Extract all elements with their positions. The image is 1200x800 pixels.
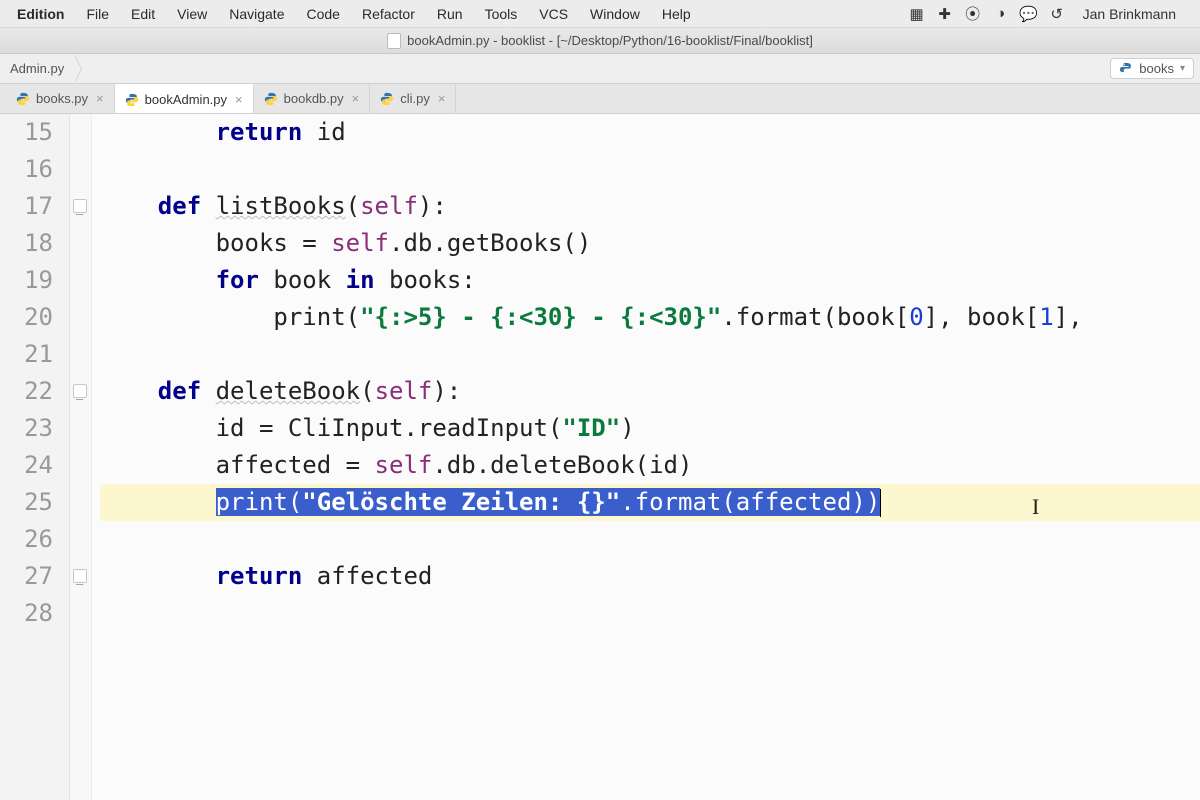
line-number: 27 xyxy=(0,558,53,595)
code-line[interactable]: books = self.db.getBooks() xyxy=(100,225,1200,262)
window-titlebar: bookAdmin.py - booklist - [~/Desktop/Pyt… xyxy=(0,28,1200,54)
line-number-gutter: 1516171819202122232425262728 xyxy=(0,114,70,800)
text-caret xyxy=(880,489,881,517)
menu-file[interactable]: File xyxy=(75,6,120,22)
menu-window[interactable]: Window xyxy=(579,6,651,22)
tab-label: books.py xyxy=(36,91,88,106)
code-line[interactable] xyxy=(100,595,1200,632)
menu-view[interactable]: View xyxy=(166,6,218,22)
line-number: 17 xyxy=(0,188,53,225)
run-config-selector[interactable]: books ▾ xyxy=(1110,58,1194,79)
status-icons: ▦ ✚ ⦿ ◑ 💬 ↺ xyxy=(909,6,1073,22)
fold-toggle-icon[interactable] xyxy=(73,199,87,213)
breadcrumb-item: Admin.py xyxy=(10,61,64,76)
line-number: 28 xyxy=(0,595,53,632)
line-number: 22 xyxy=(0,373,53,410)
python-icon xyxy=(1119,62,1133,76)
menu-bar: Edition File Edit View Navigate Code Ref… xyxy=(0,0,1200,28)
code-line[interactable]: affected = self.db.deleteBook(id) xyxy=(100,447,1200,484)
tab-label: bookdb.py xyxy=(284,91,344,106)
line-number: 20 xyxy=(0,299,53,336)
menu-tools[interactable]: Tools xyxy=(474,6,529,22)
chat-icon[interactable]: 💬 xyxy=(1021,6,1037,22)
python-icon xyxy=(125,93,139,107)
line-number: 26 xyxy=(0,521,53,558)
close-icon[interactable]: × xyxy=(233,92,243,107)
line-number: 24 xyxy=(0,447,53,484)
history-icon[interactable]: ↺ xyxy=(1049,6,1065,22)
python-icon xyxy=(380,92,394,106)
document-icon xyxy=(387,33,401,49)
code-area[interactable]: return id def listBooks(self): books = s… xyxy=(92,114,1200,800)
code-line[interactable]: for book in books: xyxy=(100,262,1200,299)
run-config-label: books xyxy=(1139,61,1174,76)
line-number: 16 xyxy=(0,151,53,188)
line-number: 15 xyxy=(0,114,53,151)
python-icon xyxy=(16,92,30,106)
code-line[interactable] xyxy=(100,336,1200,373)
code-line[interactable]: print("{:>5} - {:<30} - {:<30}".format(b… xyxy=(100,299,1200,336)
plus-icon[interactable]: ✚ xyxy=(937,6,953,22)
breadcrumb[interactable]: Admin.py xyxy=(6,59,75,78)
calendar-block-icon[interactable]: ▦ xyxy=(909,6,925,22)
close-icon[interactable]: × xyxy=(94,91,104,106)
menu-navigate[interactable]: Navigate xyxy=(218,6,295,22)
line-number: 18 xyxy=(0,225,53,262)
fold-column xyxy=(70,114,92,800)
menu-refactor[interactable]: Refactor xyxy=(351,6,426,22)
mac-user-name[interactable]: Jan Brinkmann xyxy=(1073,6,1186,22)
code-line[interactable]: def listBooks(self): xyxy=(100,188,1200,225)
fold-toggle-icon[interactable] xyxy=(73,569,87,583)
tab-label: bookAdmin.py xyxy=(145,92,227,107)
close-icon[interactable]: × xyxy=(350,91,360,106)
record-icon[interactable]: ⦿ xyxy=(965,6,981,22)
line-number: 25 xyxy=(0,484,53,521)
menu-vcs[interactable]: VCS xyxy=(528,6,579,22)
line-number: 23 xyxy=(0,410,53,447)
text-cursor-icon: I xyxy=(1032,488,1039,525)
menu-edition[interactable]: Edition xyxy=(6,6,75,22)
tab-books-py[interactable]: books.py × xyxy=(6,84,115,113)
tab-label: cli.py xyxy=(400,91,430,106)
close-icon[interactable]: × xyxy=(436,91,446,106)
editor-tabs: books.py × bookAdmin.py × bookdb.py × cli.py × xyxy=(0,84,1200,114)
tab-cli-py[interactable]: cli.py × xyxy=(370,84,456,113)
editor[interactable]: 1516171819202122232425262728 return id d… xyxy=(0,114,1200,800)
code-line[interactable] xyxy=(100,521,1200,558)
code-line[interactable]: id = CliInput.readInput("ID") xyxy=(100,410,1200,447)
python-icon xyxy=(264,92,278,106)
code-line[interactable]: def deleteBook(self): xyxy=(100,373,1200,410)
tab-bookAdmin-py[interactable]: bookAdmin.py × xyxy=(115,84,254,113)
nav-bar: Admin.py books ▾ xyxy=(0,54,1200,84)
code-line[interactable]: return affected xyxy=(100,558,1200,595)
code-line[interactable]: return id xyxy=(100,114,1200,151)
fold-toggle-icon[interactable] xyxy=(73,384,87,398)
menu-code[interactable]: Code xyxy=(295,6,350,22)
line-number: 19 xyxy=(0,262,53,299)
window-title: bookAdmin.py - booklist - [~/Desktop/Pyt… xyxy=(407,33,813,48)
tab-bookdb-py[interactable]: bookdb.py × xyxy=(254,84,371,113)
menu-edit[interactable]: Edit xyxy=(120,6,166,22)
selection: print("Gelöschte Zeilen: {}".format(affe… xyxy=(216,488,881,516)
menu-run[interactable]: Run xyxy=(426,6,474,22)
chevron-down-icon: ▾ xyxy=(1180,63,1185,74)
leaf-icon[interactable]: ◑ xyxy=(993,6,1009,22)
line-number: 21 xyxy=(0,336,53,373)
code-line[interactable] xyxy=(100,151,1200,188)
menu-help[interactable]: Help xyxy=(651,6,702,22)
